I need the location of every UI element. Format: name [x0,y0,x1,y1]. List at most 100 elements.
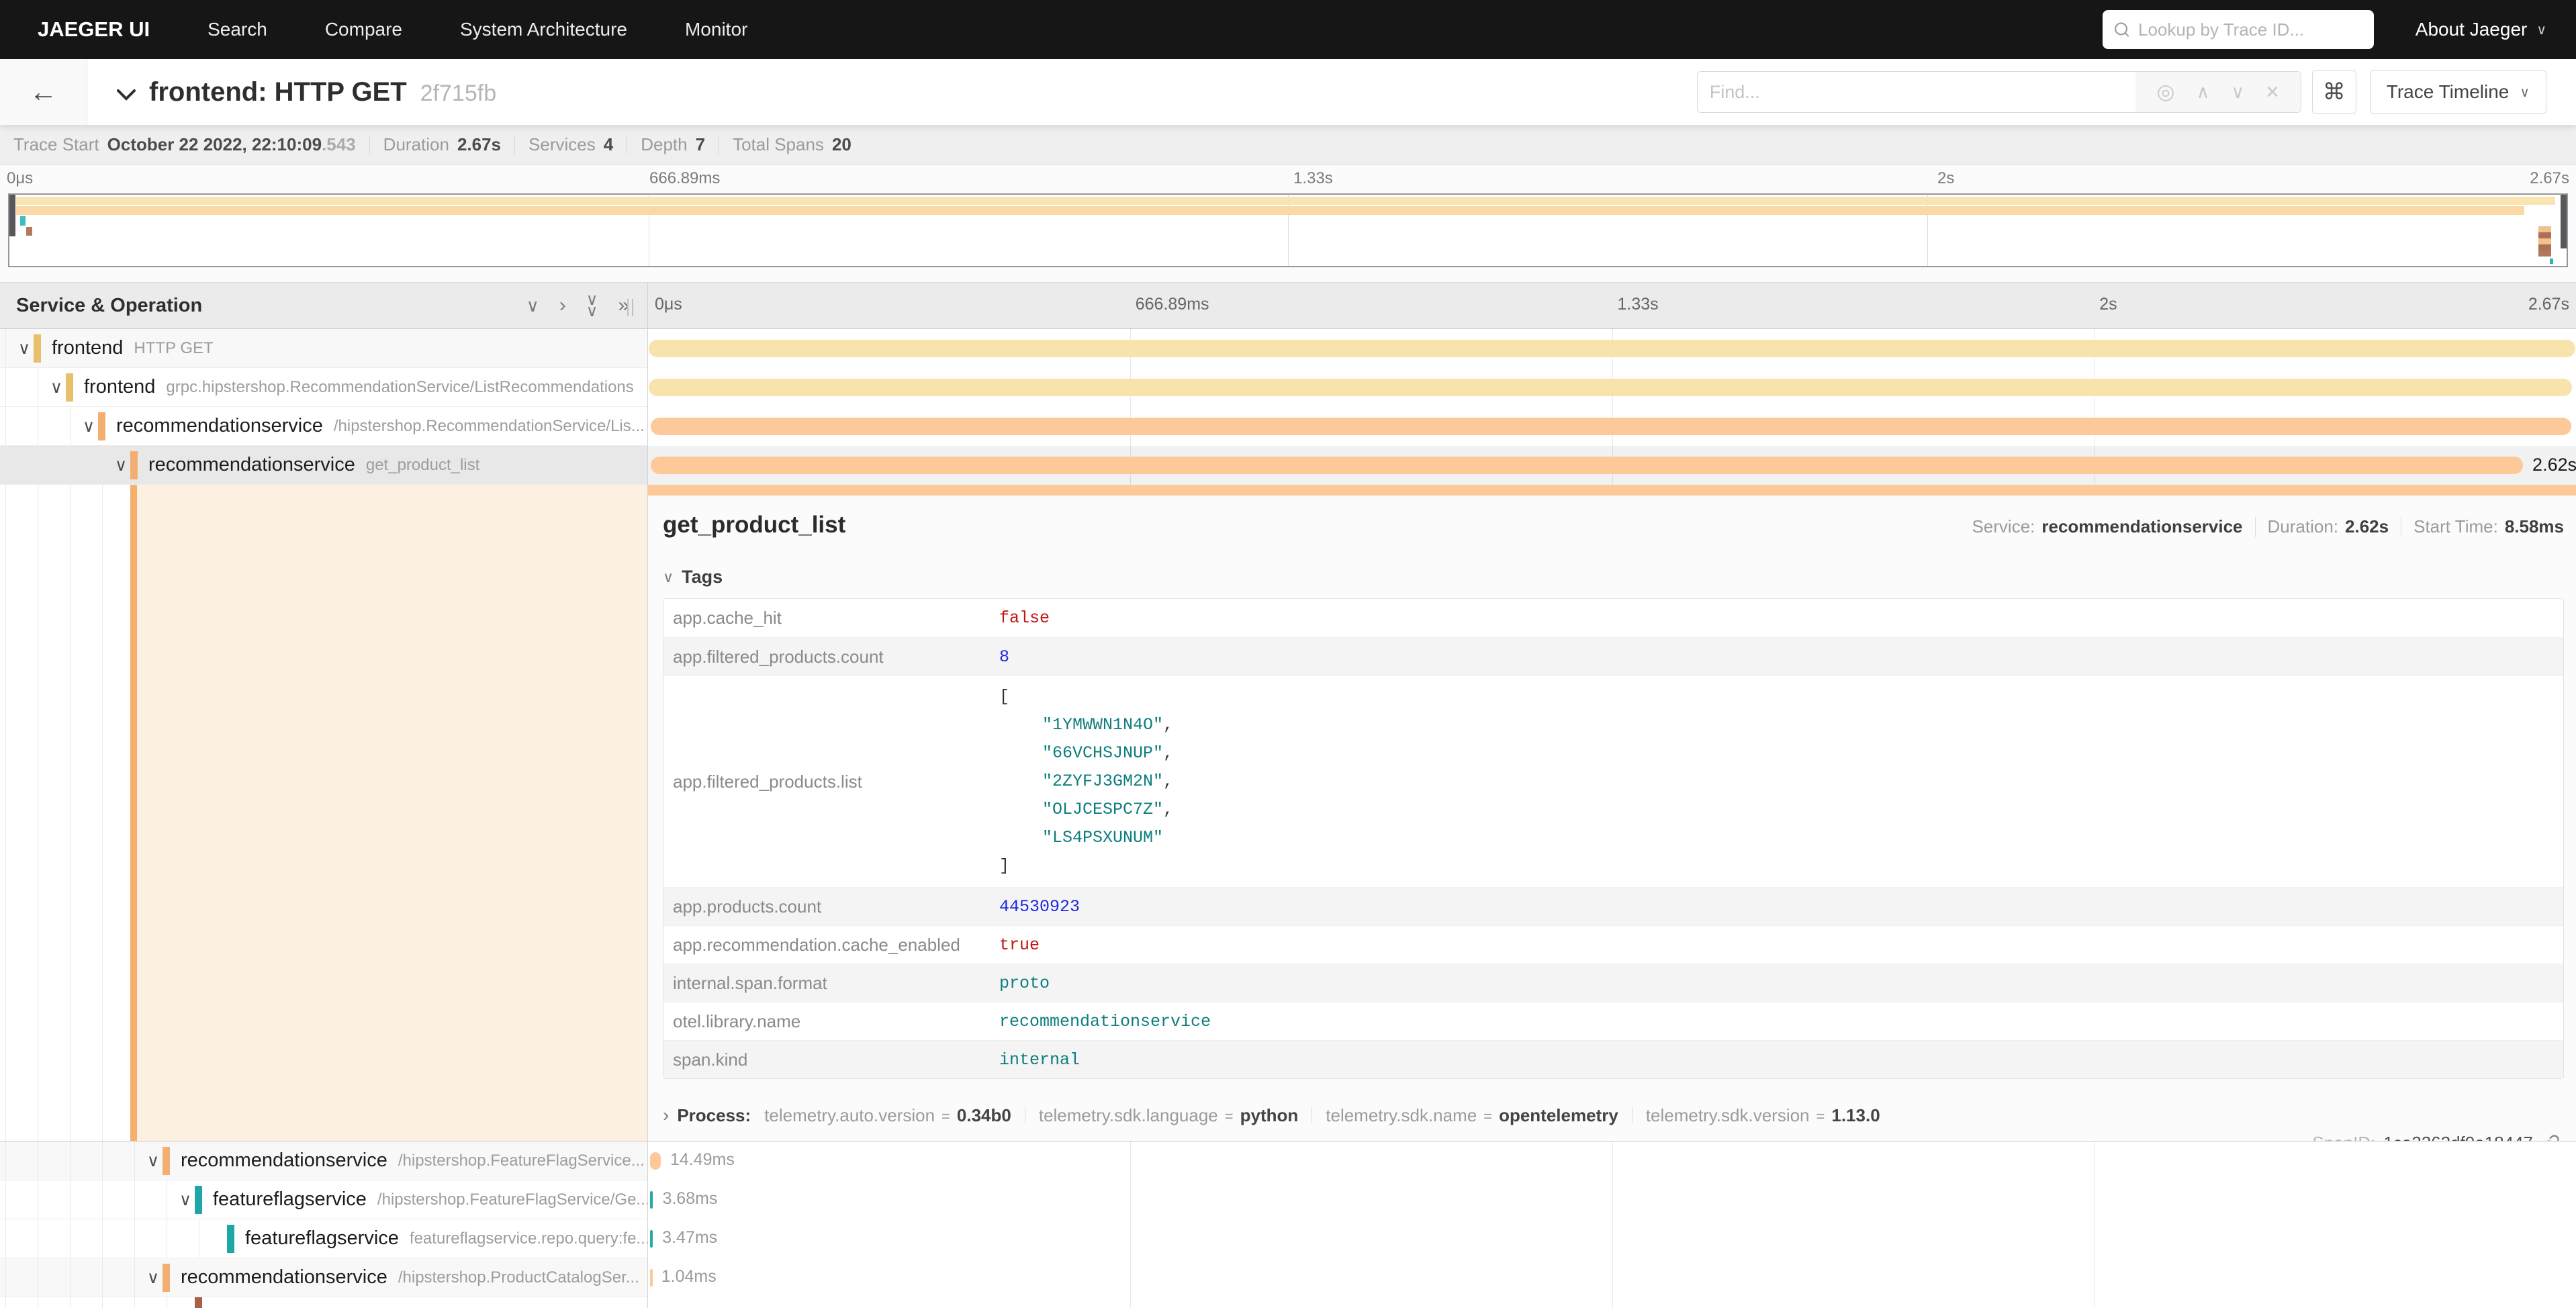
tag-value: internal [999,1043,1080,1076]
span-duration-label: 3.47ms [662,1228,717,1248]
column-divider[interactable] [647,282,648,1308]
tag-key: app.filtered_products.list [663,765,999,799]
tag-value: 44530923 [999,890,1080,923]
process-key: telemetry.sdk.language [1039,1105,1218,1126]
span-row-timeline-cell[interactable] [648,368,2576,407]
minimap-span-bar [26,227,32,236]
span-row-timeline-cell[interactable]: 3.47ms [648,1219,2576,1258]
span-duration-label: 3.68ms [662,1189,717,1209]
span-row-timeline-cell[interactable]: 1.04ms [648,1258,2576,1297]
column-resizer-handle[interactable] [627,299,633,316]
minimap-right-handle[interactable] [2561,195,2567,248]
about-jaeger-menu[interactable]: About Jaeger ∨ [2416,19,2546,40]
ruler-tick-label: 0μs [655,295,682,314]
nav-menu: Search Compare System Architecture Monitor [208,19,747,40]
tree-indent-guide [5,1180,6,1219]
service-color-bar [163,1264,170,1292]
chevron-down-icon[interactable]: ∨ [176,1190,195,1209]
nav-item-search[interactable]: Search [208,19,267,40]
keyboard-shortcuts-button[interactable]: ⌘ [2312,70,2356,114]
process-key: telemetry.auto.version [764,1105,935,1126]
equals-sign: = [1483,1108,1492,1125]
span-duration-bar[interactable] [649,379,2572,396]
minimap-left-handle[interactable] [9,195,15,236]
tree-indent-guide [70,446,71,484]
chevron-down-icon[interactable]: ∨ [111,456,130,475]
span-row-tree-cell[interactable]: ∨recommendationservice/hipstershop.Featu… [0,1141,648,1180]
trace-id-lookup [2103,10,2374,49]
nav-item-compare[interactable]: Compare [325,19,402,40]
span-row: ∨frontendHTTP GET [0,329,2576,368]
nav-item-monitor[interactable]: Monitor [685,19,747,40]
process-row[interactable]: ›Process:telemetry.auto.version=0.34b0te… [663,1105,2564,1126]
span-row [0,1297,2576,1308]
span-row-timeline-cell[interactable] [648,407,2576,446]
tree-indent-guide [102,1180,103,1219]
command-icon: ⌘ [2323,79,2346,105]
span-operation-name: grpc.hipstershop.RecommendationService/L… [166,378,633,397]
chevron-down-icon[interactable]: ∨ [144,1268,163,1287]
service-color-bar [195,1186,202,1214]
chevron-down-icon[interactable]: ∨ [144,1152,163,1170]
span-row-tree-cell[interactable]: ∨recommendationservice/hipstershop.Produ… [0,1258,648,1297]
copy-link-icon[interactable] [2541,1134,2560,1141]
json-comma: , [1163,772,1173,791]
span-duration-bar[interactable] [650,1152,661,1170]
span-row: ∨frontendgrpc.hipstershop.Recommendation… [0,368,2576,407]
span-operation-name: HTTP GET [134,339,213,358]
span-duration-label: 1.04ms [661,1267,717,1287]
prev-match-icon[interactable]: ∧ [2197,82,2210,103]
span-row-tree-cell[interactable]: ∨recommendationserviceget_product_list [0,446,648,485]
process-value: 1.13.0 [1831,1105,1880,1126]
span-duration-bar[interactable] [650,1269,653,1287]
ruler-tick-label: 2.67s [2528,295,2569,314]
app-logo[interactable]: JAEGER UI [38,17,150,42]
tree-indent-guide [5,1258,6,1297]
tag-row: app.filtered_products.count8 [663,637,2563,675]
span-duration-bar[interactable] [651,457,2523,474]
span-row-timeline-cell[interactable] [648,329,2576,368]
tree-indent-guide [102,485,103,1141]
span-row-timeline-cell[interactable]: 3.68ms [648,1180,2576,1219]
expand-one-icon[interactable]: › [559,294,566,317]
collapse-one-icon[interactable]: ∨ [526,295,539,316]
span-duration-bar[interactable] [650,1191,653,1209]
minimap-canvas[interactable] [8,193,2568,267]
process-kv: telemetry.auto.version=0.34b0 [764,1105,1011,1126]
span-detail-accent-bar [130,485,137,1141]
clear-find-icon[interactable]: × [2266,79,2279,105]
next-match-icon[interactable]: ∨ [2231,82,2244,103]
nav-item-system-architecture[interactable]: System Architecture [460,19,627,40]
span-row-tree-cell[interactable]: ∨featureflagservice/hipstershop.FeatureF… [0,1180,648,1219]
span-row-tree-cell[interactable]: ∨frontendHTTP GET [0,329,648,368]
span-duration-bar[interactable] [651,418,2571,435]
span-detail-panel: get_product_listService:recommendationse… [648,485,2576,1141]
collapse-trace-chevron-icon[interactable] [116,87,137,102]
span-row-timeline-cell[interactable]: 14.49ms [648,1141,2576,1180]
stat-value: 7 [696,134,705,155]
focus-match-icon[interactable]: ◎ [2157,80,2175,104]
span-row-timeline-cell[interactable]: 2.62s [648,446,2576,485]
collapse-all-icon[interactable]: ∨∨ [586,294,598,317]
json-list-item: "LS4PSXUNUM" [999,824,1173,852]
span-row-tree-cell[interactable]: ∨frontendgrpc.hipstershop.Recommendation… [0,368,648,407]
trace-id-lookup-input[interactable] [2138,19,2363,40]
span-row-timeline-cell[interactable] [648,1297,2576,1308]
chevron-down-icon[interactable]: ∨ [47,378,66,397]
chevron-down-icon[interactable]: ∨ [15,339,34,358]
trace-view-selector[interactable]: Trace Timeline ∨ [2370,70,2546,114]
span-duration-bar[interactable] [650,1230,653,1248]
span-service-name: featureflagservice [245,1227,399,1250]
find-input[interactable] [1698,82,2135,103]
span-row-tree-cell[interactable] [0,1297,648,1308]
tags-section-header[interactable]: ∨Tags [663,567,2564,588]
minimap-gridline [1288,195,1289,266]
span-row-tree-cell[interactable]: featureflagservicefeatureflagservice.rep… [0,1219,648,1258]
chevron-down-icon[interactable]: ∨ [79,417,98,436]
timeline-ruler: 0μs666.89ms1.33s2s2.67s [648,283,2576,328]
tree-indent-guide [70,485,71,1141]
back-button[interactable]: ← [0,59,87,125]
span-row-tree-cell[interactable]: ∨recommendationservice/hipstershop.Recom… [0,407,648,446]
span-duration-bar[interactable] [649,340,2575,357]
trace-title: frontend: HTTP GET [149,77,407,107]
